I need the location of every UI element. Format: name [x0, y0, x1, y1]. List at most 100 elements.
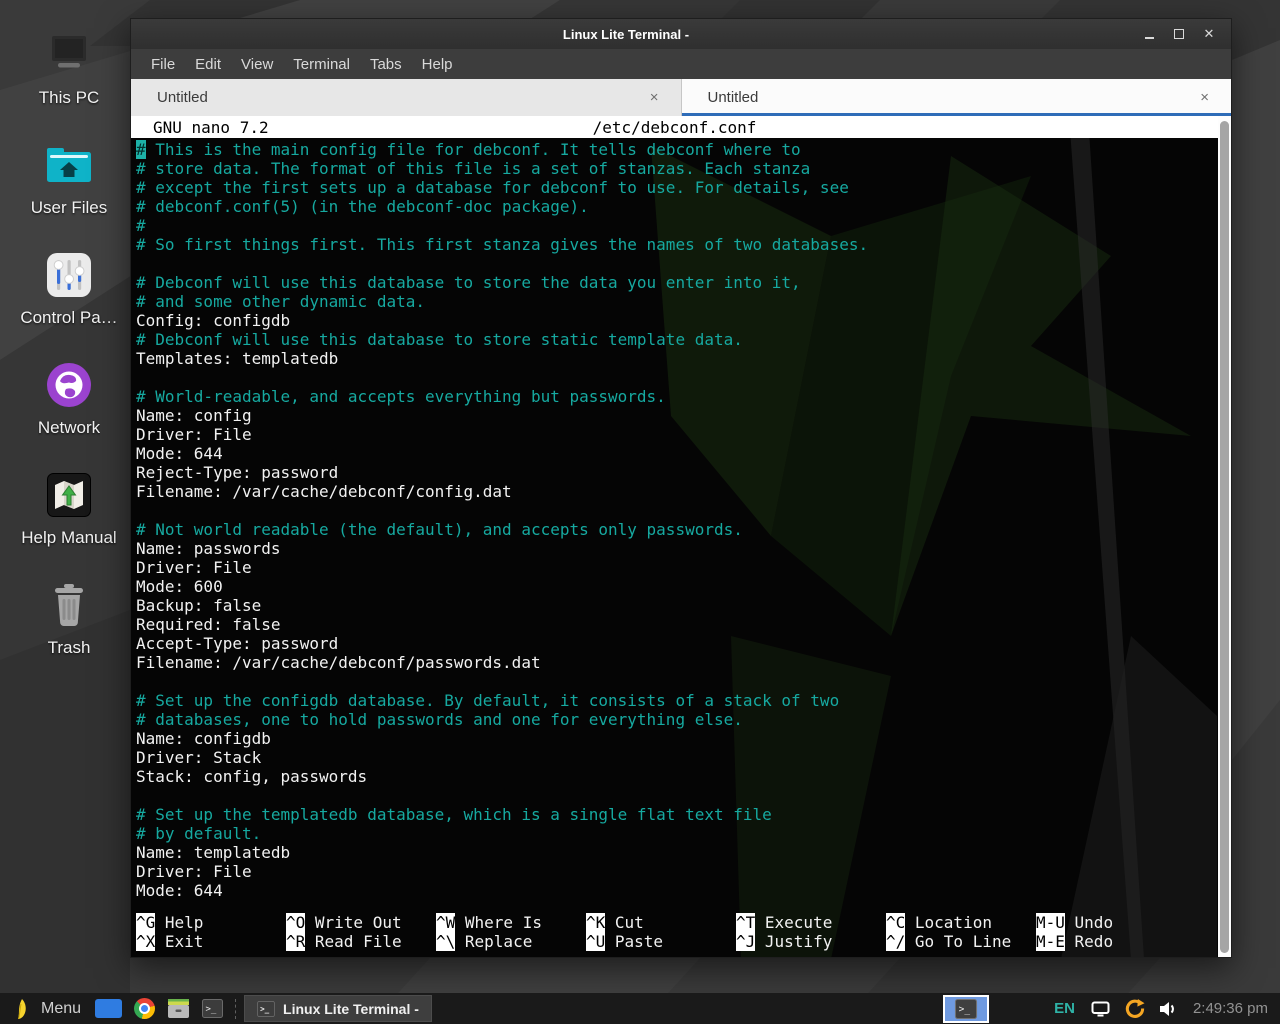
terminal-line: Required: false	[136, 615, 1218, 634]
menu-button[interactable]: Menu	[41, 1000, 81, 1018]
nano-shortcut-help: ^G Help	[136, 913, 286, 932]
control-panel-icon	[46, 246, 92, 304]
display-settings-icon[interactable]	[1091, 1001, 1110, 1017]
tray-terminal-toggle[interactable]: >_	[943, 995, 989, 1023]
updates-icon[interactable]	[1124, 998, 1145, 1019]
terminal-line: Stack: config, passwords	[136, 767, 1218, 786]
workspace-pager-icon[interactable]	[95, 999, 122, 1018]
terminal-line: Driver: File	[136, 558, 1218, 577]
task-button-label: Linux Lite Terminal -	[283, 1001, 419, 1017]
shortcut-key: M-E	[1036, 932, 1065, 951]
terminal-line: # This is the main config file for debco…	[136, 140, 1218, 159]
terminal-launcher-icon[interactable]: >_	[202, 999, 223, 1018]
terminal-line: # World-readable, and accepts everything…	[136, 387, 1218, 406]
terminal-tab-2[interactable]: Untitled ×	[682, 79, 1232, 116]
terminal-line: Mode: 600	[136, 577, 1218, 596]
maximize-icon[interactable]	[1171, 26, 1187, 42]
terminal-line: # and some other dynamic data.	[136, 292, 1218, 311]
shortcut-key: ^R	[286, 932, 305, 951]
terminal-line	[136, 501, 1218, 520]
minimize-icon[interactable]	[1141, 26, 1157, 42]
menu-tabs[interactable]: Tabs	[360, 49, 412, 79]
desktop-icon-control-panel[interactable]: Control Pa…	[0, 246, 138, 356]
keyboard-layout-indicator[interactable]: EN	[1054, 1000, 1075, 1017]
nano-shortcut-undo: M-U Undo	[1036, 913, 1186, 932]
terminal-line: # Set up the templatedb database, which …	[136, 805, 1218, 824]
desktop-icon-network[interactable]: Network	[0, 356, 138, 466]
tab-close-icon[interactable]: ×	[1196, 88, 1213, 107]
terminal-line: Mode: 644	[136, 881, 1218, 900]
terminal-scrollbar[interactable]	[1218, 116, 1231, 957]
desktop-icon-help-manual[interactable]: Help Manual	[0, 466, 138, 576]
desktop-icon-label: This PC	[39, 88, 99, 108]
tab-close-icon[interactable]: ×	[646, 88, 663, 107]
desktop-icon-label: User Files	[31, 198, 108, 218]
terminal-line: Filename: /var/cache/debconf/passwords.d…	[136, 653, 1218, 672]
desktop-icon-trash[interactable]: Trash	[0, 576, 138, 686]
window-titlebar[interactable]: Linux Lite Terminal - ✕	[131, 19, 1231, 49]
scrollbar-thumb[interactable]	[1220, 121, 1229, 953]
terminal-line: Name: configdb	[136, 729, 1218, 748]
terminal-pane[interactable]: GNU nano 7.2 /etc/debconf.conf # This is…	[131, 116, 1231, 957]
tab-label: Untitled	[708, 89, 759, 106]
terminal-line	[136, 368, 1218, 387]
nano-shortcut-location: ^C Location	[886, 913, 1036, 932]
svg-text:>_: >_	[260, 1004, 270, 1013]
terminal-tab-1[interactable]: Untitled ×	[131, 79, 682, 116]
archive-manager-icon[interactable]	[167, 998, 190, 1019]
trash-icon	[49, 576, 89, 634]
nano-cursor: #	[136, 140, 146, 159]
terminal-line: Driver: Stack	[136, 748, 1218, 767]
terminal-line: Backup: false	[136, 596, 1218, 615]
terminal-line: Config: configdb	[136, 311, 1218, 330]
clock[interactable]: 2:49:36 pm	[1193, 1000, 1268, 1017]
terminal-line: Name: config	[136, 406, 1218, 425]
tab-bar: Untitled × Untitled ×	[131, 79, 1231, 116]
menu-terminal[interactable]: Terminal	[283, 49, 360, 79]
window-controls: ✕	[1141, 26, 1231, 42]
terminal-line: Reject-Type: password	[136, 463, 1218, 482]
menu-edit[interactable]: Edit	[185, 49, 231, 79]
menu-help[interactable]: Help	[412, 49, 463, 79]
task-button-terminal[interactable]: >_ Linux Lite Terminal -	[244, 995, 432, 1022]
terminal-line: # So first things first. This first stan…	[136, 235, 1218, 254]
terminal-icon: >_	[954, 999, 978, 1019]
terminal-line: # except the first sets up a database fo…	[136, 178, 1218, 197]
desktop-icon-user-files[interactable]: User Files	[0, 136, 138, 246]
terminal-line: Driver: File	[136, 425, 1218, 444]
terminal-line: # Debconf will use this database to stor…	[136, 330, 1218, 349]
chrome-icon[interactable]	[134, 998, 155, 1019]
volume-icon[interactable]	[1159, 1001, 1178, 1017]
shortcut-key: M-U	[1036, 913, 1065, 932]
terminal-line: # by default.	[136, 824, 1218, 843]
terminal-line: # Not world readable (the default), and …	[136, 520, 1218, 539]
shortcut-key: ^T	[736, 913, 755, 932]
desktop: This PC User Files Control Pa… Network Help …	[0, 0, 1280, 1024]
svg-text:>_: >_	[959, 1004, 971, 1015]
nano-shortcut-exit: ^X Exit	[136, 932, 286, 951]
desktop-icon-this-pc[interactable]: This PC	[0, 26, 138, 136]
terminal-icon: >_	[257, 1001, 275, 1017]
tab-label: Untitled	[157, 89, 208, 106]
shortcut-key: ^U	[586, 932, 605, 951]
nano-shortcut-bar: ^G Help^O Write Out^W Where Is^K Cut^T E…	[131, 913, 1218, 957]
menu-file[interactable]: File	[141, 49, 185, 79]
linux-lite-logo-icon[interactable]	[14, 998, 29, 1020]
shortcut-key: ^O	[286, 913, 305, 932]
computer-icon	[43, 26, 95, 84]
menu-view[interactable]: View	[231, 49, 283, 79]
terminal-line: Driver: File	[136, 862, 1218, 881]
desktop-icons: This PC User Files Control Pa… Network Help …	[0, 26, 138, 686]
nano-shortcut-read-file: ^R Read File	[286, 932, 436, 951]
taskbar: Menu >_ >_ Linux Lite Terminal -	[0, 993, 1280, 1024]
menu-bar: FileEditViewTerminalTabsHelp	[131, 49, 1231, 79]
terminal-line: # store data. The format of this file is…	[136, 159, 1218, 178]
close-icon[interactable]: ✕	[1201, 26, 1217, 42]
help-manual-icon	[47, 466, 91, 524]
shortcut-key: ^W	[436, 913, 455, 932]
terminal-line	[136, 786, 1218, 805]
terminal-line: Accept-Type: password	[136, 634, 1218, 653]
shortcut-key: ^J	[736, 932, 755, 951]
desktop-icon-label: Network	[38, 418, 100, 438]
nano-buffer[interactable]: # This is the main config file for debco…	[131, 138, 1218, 900]
